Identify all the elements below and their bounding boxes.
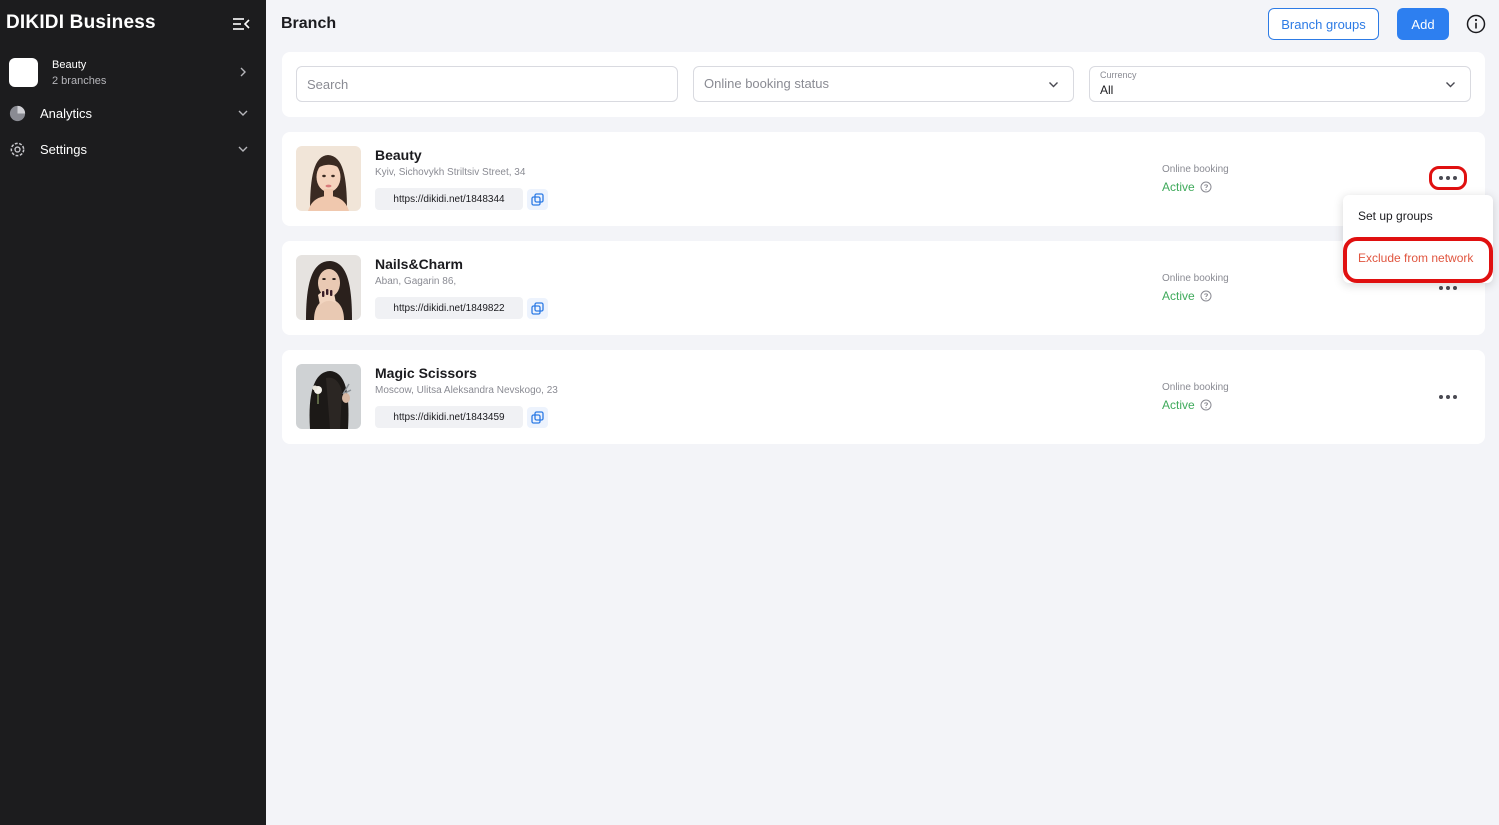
page-title: Branch — [281, 15, 337, 32]
online-booking-status: Active — [1162, 289, 1195, 303]
online-booking-label: Online booking — [1162, 273, 1229, 284]
currency-value: All — [1100, 83, 1114, 97]
sidebar-item-label: Settings — [40, 142, 87, 157]
branch-address: Kyiv, Sichovykh Striltsiv Street, 34 — [375, 167, 526, 178]
branch-link[interactable]: https://dikidi.net/1848344 — [375, 188, 523, 210]
branch-link[interactable]: https://dikidi.net/1843459 — [375, 406, 523, 428]
collapse-sidebar-icon[interactable] — [230, 14, 252, 34]
branch-options-menu: Set up groups Exclude from network — [1343, 195, 1493, 283]
more-dots-icon — [1438, 286, 1457, 290]
search-input[interactable] — [297, 67, 677, 101]
copy-link-button[interactable] — [527, 407, 548, 428]
chevron-right-icon — [240, 67, 246, 77]
more-dots-icon — [1439, 176, 1457, 180]
copy-link-button[interactable] — [527, 298, 548, 319]
branch-address: Moscow, Ulitsa Aleksandra Nevskogo, 23 — [375, 385, 558, 396]
help-icon[interactable] — [1200, 181, 1212, 193]
branch-name[interactable]: Beauty — [375, 147, 422, 163]
pie-chart-icon — [9, 105, 26, 122]
help-icon[interactable] — [1200, 399, 1212, 411]
currency-select[interactable]: Currency All — [1089, 66, 1471, 102]
chevron-down-icon — [1446, 82, 1455, 88]
online-booking-label: Online booking — [1162, 382, 1229, 393]
help-icon[interactable] — [1200, 290, 1212, 302]
org-name: Beauty — [52, 59, 87, 71]
copy-icon — [531, 193, 544, 206]
more-options-button[interactable] — [1432, 386, 1463, 408]
branch-groups-button[interactable]: Branch groups — [1268, 8, 1379, 40]
branch-card: Magic Scissors Moscow, Ulitsa Aleksandra… — [282, 350, 1485, 444]
brand-logo: DIKIDI Business — [6, 12, 156, 33]
organization-switcher[interactable]: Beauty 2 branches — [9, 58, 254, 90]
org-branch-count: 2 branches — [52, 75, 107, 87]
copy-icon — [531, 411, 544, 424]
search-field[interactable] — [296, 66, 678, 102]
branch-name[interactable]: Nails&Charm — [375, 256, 463, 272]
sidebar: DIKIDI Business Beauty 2 branches Analyt… — [0, 0, 266, 825]
sidebar-item-settings[interactable]: Settings — [8, 138, 254, 162]
branch-name[interactable]: Magic Scissors — [375, 365, 477, 381]
online-booking-status-select[interactable]: Online booking status — [693, 66, 1074, 102]
copy-link-button[interactable] — [527, 189, 548, 210]
chevron-down-icon — [1049, 82, 1058, 88]
status-select-placeholder: Online booking status — [704, 76, 830, 91]
menu-item-exclude-from-network[interactable]: Exclude from network — [1343, 237, 1493, 283]
branch-photo — [296, 255, 361, 320]
branch-card: Beauty Kyiv, Sichovykh Striltsiv Street,… — [282, 132, 1485, 226]
online-booking-status: Active — [1162, 398, 1195, 412]
chevron-down-icon — [238, 110, 248, 116]
filter-panel: Online booking status Currency All — [282, 52, 1485, 117]
info-icon[interactable] — [1466, 14, 1486, 34]
chevron-down-icon — [238, 146, 248, 152]
branch-photo — [296, 146, 361, 211]
branch-link[interactable]: https://dikidi.net/1849822 — [375, 297, 523, 319]
menu-item-set-up-groups[interactable]: Set up groups — [1343, 209, 1493, 223]
sidebar-item-analytics[interactable]: Analytics — [8, 102, 254, 126]
more-options-button[interactable] — [1429, 166, 1467, 190]
add-branch-button[interactable]: Add — [1397, 8, 1449, 40]
currency-label: Currency — [1100, 70, 1137, 80]
copy-icon — [531, 302, 544, 315]
sidebar-item-label: Analytics — [40, 106, 93, 121]
branch-photo — [296, 364, 361, 429]
gear-icon — [10, 142, 25, 157]
online-booking-status: Active — [1162, 180, 1195, 194]
org-avatar — [9, 58, 38, 87]
branch-address: Aban, Gagarin 86, — [375, 276, 457, 287]
online-booking-label: Online booking — [1162, 164, 1229, 175]
more-dots-icon — [1438, 395, 1457, 399]
branch-card: Nails&Charm Aban, Gagarin 86, https://di… — [282, 241, 1485, 335]
